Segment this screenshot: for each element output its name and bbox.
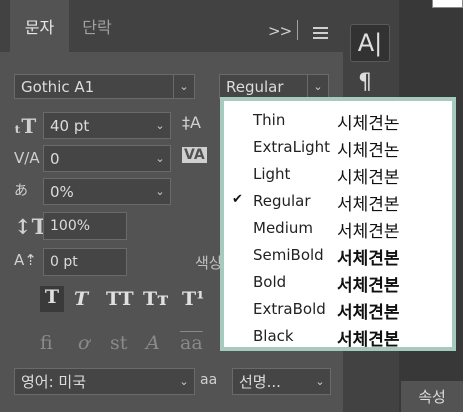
font-family-value: Gothic A1 bbox=[21, 77, 95, 96]
tsume-icon: あ bbox=[14, 183, 28, 199]
small-caps-button[interactable]: Tт bbox=[143, 288, 169, 310]
alt-ligatures-button[interactable]: ơ bbox=[78, 332, 89, 354]
font-style-name: Black bbox=[253, 327, 294, 345]
font-style-name: Regular bbox=[253, 192, 311, 210]
antialias-value: 선명... bbox=[239, 373, 281, 391]
collapse-panel-button[interactable]: >> bbox=[268, 22, 292, 40]
font-style-name: Bold bbox=[253, 273, 287, 291]
font-style-menu: Thin 시체견논 ExtraLight 시체견논 Light 시체견본 ✔ Regular 서… bbox=[220, 97, 456, 351]
chevron-down-icon: ⌄ bbox=[155, 152, 165, 165]
chevron-down-icon: ⌄ bbox=[307, 75, 328, 98]
font-style-menu-item[interactable]: Medium 서체견본 bbox=[224, 215, 452, 242]
all-caps-button[interactable]: TT bbox=[106, 288, 134, 310]
chevron-down-icon: ⌄ bbox=[173, 75, 194, 98]
font-style-sample: 시체견논 bbox=[337, 141, 400, 161]
font-style-menu-item[interactable]: Bold 서체견본 bbox=[224, 269, 452, 296]
chevron-down-icon: ⌄ bbox=[155, 185, 165, 198]
tab-paragraph[interactable]: 단락 bbox=[69, 0, 125, 52]
language-value: 영어: 미국 bbox=[21, 373, 87, 391]
titling-button[interactable]: aa bbox=[180, 332, 203, 354]
font-family-dropdown[interactable]: Gothic A1 ⌄ bbox=[14, 74, 195, 99]
tracking-icon: VA bbox=[182, 147, 207, 163]
font-style-menu-item[interactable]: Thin 시체견논 bbox=[224, 107, 452, 134]
tab-properties[interactable]: 속성 bbox=[401, 381, 463, 412]
font-style-value: Regular bbox=[226, 77, 284, 96]
language-dropdown[interactable]: 영어: 미국 ⌄ bbox=[14, 368, 195, 395]
font-style-menu-item[interactable]: ExtraBold 서체견본 bbox=[224, 296, 452, 323]
font-style-sample: 서체견본 bbox=[337, 222, 400, 242]
font-style-name: Thin bbox=[253, 111, 286, 129]
font-style-name: ExtraBold bbox=[253, 300, 326, 318]
font-style-name: Light bbox=[253, 165, 291, 183]
font-style-dropdown[interactable]: Regular ⌄ bbox=[219, 74, 329, 99]
font-size-field[interactable]: 40 pt ⌄ bbox=[43, 112, 171, 139]
chevron-down-icon: ⌄ bbox=[179, 375, 189, 388]
faux-italic-button[interactable]: T bbox=[74, 288, 88, 310]
chevron-down-icon: ⌄ bbox=[315, 375, 325, 388]
character-panel-icon[interactable]: A| bbox=[350, 24, 390, 62]
font-style-sample: 시체견본 bbox=[337, 168, 400, 188]
baseline-shift-field[interactable]: 0 pt bbox=[43, 248, 127, 276]
font-style-sample: 서체견본 bbox=[337, 249, 400, 269]
font-style-sample: 서체견본 bbox=[337, 276, 400, 296]
font-style-sample: 서체견본 bbox=[337, 195, 400, 215]
font-style-name: SemiBold bbox=[253, 246, 324, 264]
font-style-sample: 서체견본 bbox=[337, 303, 400, 323]
font-size-icon: ₜT bbox=[14, 114, 37, 138]
font-style-name: Medium bbox=[253, 219, 313, 237]
panel-tab-bar: 문자 단락 >> bbox=[0, 0, 343, 52]
font-size-value: 40 pt bbox=[50, 116, 90, 135]
tsume-value: 0% bbox=[50, 182, 74, 201]
panel-menu-icon[interactable] bbox=[313, 27, 328, 42]
checkmark-icon: ✔ bbox=[232, 192, 243, 207]
tab-character[interactable]: 문자 bbox=[10, 0, 69, 52]
chevron-down-icon: ⌄ bbox=[155, 119, 165, 132]
kerning-icon: V/A bbox=[14, 149, 40, 167]
font-style-sample: 시체견논 bbox=[337, 114, 400, 134]
font-style-menu-item[interactable]: Light 시체견본 bbox=[224, 161, 452, 188]
color-swatch[interactable] bbox=[432, 0, 463, 8]
superscript-button[interactable]: T¹ bbox=[182, 288, 204, 310]
faux-bold-button[interactable]: T bbox=[40, 286, 64, 312]
discretionary-ligatures-button[interactable]: st bbox=[110, 332, 127, 354]
kerning-field[interactable]: 0 ⌄ bbox=[43, 145, 171, 172]
antialias-dropdown[interactable]: 선명... ⌄ bbox=[232, 368, 331, 395]
antialias-icon: aa bbox=[200, 372, 218, 388]
color-label: 색상 bbox=[195, 254, 223, 272]
divider bbox=[297, 20, 298, 40]
font-style-sample: 서체견본 bbox=[337, 330, 400, 350]
vertical-scale-field[interactable]: 100% bbox=[43, 212, 127, 240]
kerning-value: 0 bbox=[50, 149, 60, 168]
font-style-menu-item[interactable]: SemiBold 서체견본 bbox=[224, 242, 452, 269]
paragraph-panel-icon[interactable]: ¶ bbox=[358, 70, 372, 95]
baseline-shift-icon: A⇡ bbox=[14, 251, 37, 269]
tsume-field[interactable]: 0% ⌄ bbox=[43, 178, 171, 205]
ligatures-button[interactable]: fi bbox=[40, 332, 53, 354]
leading-icon: ‡A bbox=[182, 113, 201, 132]
font-style-name: ExtraLight bbox=[253, 138, 331, 156]
font-style-menu-item[interactable]: ExtraLight 시체견논 bbox=[224, 134, 452, 161]
swash-button[interactable]: A bbox=[146, 332, 160, 354]
font-style-menu-item[interactable]: Black 서체견본 bbox=[224, 323, 452, 350]
font-style-menu-item[interactable]: ✔ Regular 서체견본 bbox=[224, 188, 452, 215]
